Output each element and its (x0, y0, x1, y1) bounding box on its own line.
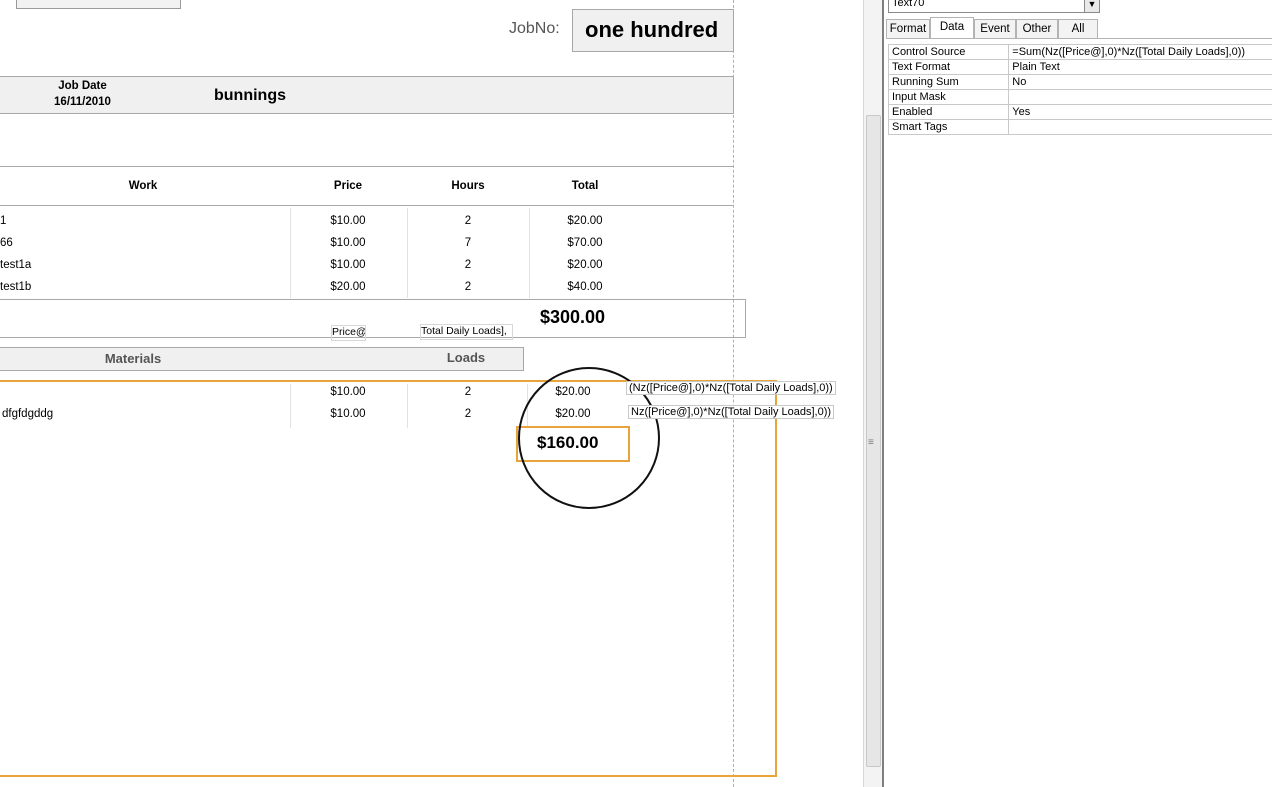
header-textbox[interactable] (16, 0, 181, 9)
customer-name[interactable]: bunnings (214, 87, 286, 105)
total-header: Total (571, 180, 599, 192)
selected-control-name: Text70 (892, 0, 925, 9)
property-name: Running Sum (887, 74, 1010, 90)
property-row[interactable]: Input Mask (887, 89, 1272, 105)
work-header: Work (128, 180, 158, 192)
chevron-down-icon[interactable]: ▼ (1084, 0, 1099, 12)
selection-type-combo[interactable]: Text70 ▼ (888, 0, 1100, 13)
property-row[interactable]: Control Source =Sum(Nz([Price@],0)*Nz([T… (887, 44, 1272, 60)
property-name: Text Format (887, 59, 1010, 75)
job-no-field[interactable]: one hundred (572, 9, 734, 52)
property-name: Control Source (887, 44, 1010, 60)
tab-other[interactable]: Other (1016, 19, 1058, 38)
property-value[interactable]: Yes (1008, 104, 1272, 120)
material-loads-cell[interactable]: 2 (438, 408, 498, 420)
price-header: Price (333, 180, 363, 192)
tab-event[interactable]: Event (974, 19, 1016, 38)
property-value[interactable] (1008, 89, 1272, 105)
property-row[interactable]: Enabled Yes (887, 104, 1272, 120)
total-cell[interactable]: $20.00 (555, 259, 615, 271)
tab-data[interactable]: Data (930, 17, 974, 39)
job-date-label: Job Date (58, 80, 107, 92)
work-cell[interactable]: test1b (0, 281, 31, 293)
column-separator (290, 208, 291, 298)
material-loads-cell[interactable]: 2 (438, 386, 498, 398)
hours-cell[interactable]: 2 (438, 281, 498, 293)
hours-cell[interactable]: 7 (438, 237, 498, 249)
job-date-value[interactable]: 16/11/2010 (30, 96, 135, 108)
selection-frame (0, 380, 777, 777)
price-cell[interactable]: $10.00 (318, 259, 378, 271)
property-row[interactable]: Text Format Plain Text (887, 59, 1272, 75)
property-name: Smart Tags (887, 119, 1010, 135)
work-footer-section (0, 299, 746, 338)
vertical-scrollbar[interactable]: ≡ (863, 0, 882, 787)
material-price-cell[interactable]: $10.00 (318, 386, 378, 398)
hours-cell[interactable]: 2 (438, 215, 498, 227)
divider (0, 166, 733, 167)
price-cell[interactable]: $20.00 (318, 281, 378, 293)
materials-header: Materials (104, 351, 162, 366)
property-row[interactable]: Running Sum No (887, 74, 1272, 90)
work-cell[interactable]: test1a (0, 259, 31, 271)
column-separator (407, 384, 408, 428)
report-design-canvas[interactable]: JobNo: one hundred Job Date 16/11/2010 b… (0, 0, 862, 787)
price-cell[interactable]: $10.00 (318, 215, 378, 227)
property-sheet: Text70 ▼ Format Data Event Other All Con… (882, 0, 1272, 787)
column-separator (529, 208, 530, 298)
total-daily-loads-control[interactable]: Total Daily Loads], (420, 324, 513, 340)
tab-format[interactable]: Format (886, 19, 930, 38)
tab-strip-divider (886, 38, 1272, 39)
work-cell[interactable]: 66 (0, 237, 13, 249)
property-value[interactable] (1008, 119, 1272, 135)
total-cell[interactable]: $20.00 (555, 215, 615, 227)
property-value[interactable]: =Sum(Nz([Price@],0)*Nz([Total Daily Load… (1008, 44, 1272, 60)
expression-tooltip: Nz([Price@],0)*Nz([Total Daily Loads],0)… (628, 405, 835, 419)
material-price-cell[interactable]: $10.00 (318, 408, 378, 420)
column-separator (290, 384, 291, 428)
expression-tooltip: (Nz([Price@],0)*Nz([Total Daily Loads],0… (626, 381, 836, 395)
work-grand-total[interactable]: $300.00 (540, 307, 605, 328)
property-value[interactable]: No (1008, 74, 1272, 90)
column-separator (407, 208, 408, 298)
job-no-label: JobNo: (509, 20, 560, 37)
total-cell[interactable]: $70.00 (555, 237, 615, 249)
property-row[interactable]: Smart Tags (887, 119, 1272, 135)
total-cell[interactable]: $40.00 (555, 281, 615, 293)
property-grid: Control Source =Sum(Nz([Price@],0)*Nz([T… (887, 44, 1272, 135)
work-cell[interactable]: 1 (0, 215, 6, 227)
material-cell[interactable]: dfgfdgddg (2, 408, 53, 420)
divider (0, 205, 733, 206)
hours-header: Hours (451, 180, 485, 192)
tab-all[interactable]: All (1058, 19, 1098, 38)
price-field-control[interactable]: Price@ (331, 325, 366, 341)
property-value[interactable]: Plain Text (1008, 59, 1272, 75)
price-cell[interactable]: $10.00 (318, 237, 378, 249)
loads-header: Loads (446, 350, 486, 365)
property-name: Enabled (887, 104, 1010, 120)
hours-cell[interactable]: 2 (438, 259, 498, 271)
grip-icon: ≡ (868, 437, 874, 448)
property-name: Input Mask (887, 89, 1010, 105)
job-no-value: one hundred (585, 17, 719, 42)
